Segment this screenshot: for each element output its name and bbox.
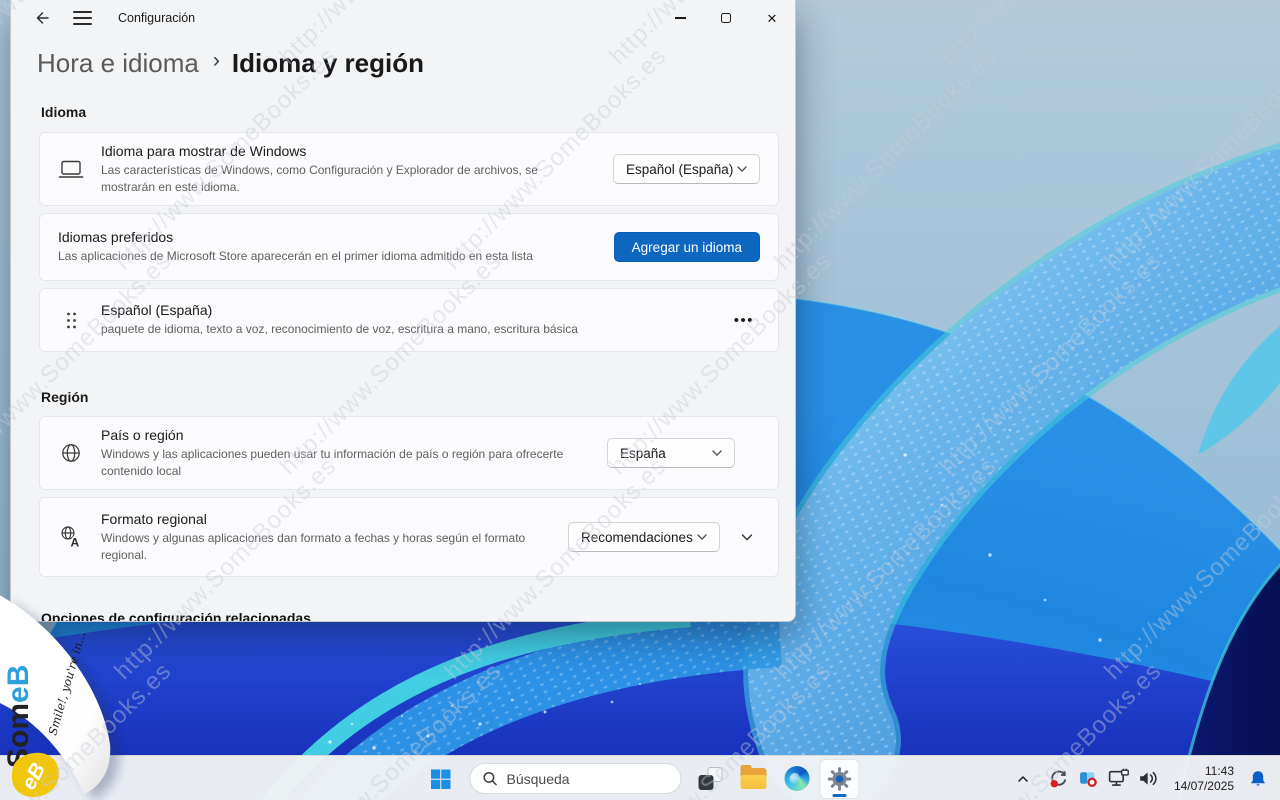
drag-handle-icon[interactable] (58, 311, 84, 330)
chevron-down-icon (740, 530, 754, 544)
breadcrumb-separator-icon: › (199, 44, 232, 78)
folder-icon (741, 768, 767, 789)
settings-window: Configuración ✕ Hora e idioma › Idioma y… (10, 0, 796, 622)
display-language-icon (58, 157, 84, 181)
back-arrow-icon (34, 10, 50, 26)
card-description: Windows y las aplicaciones pueden usar t… (101, 446, 579, 479)
language-item-card: Español (España) paquete de idioma, text… (39, 288, 779, 352)
task-view-icon (699, 767, 723, 791)
search-icon (483, 771, 498, 786)
card-title: País o región (101, 427, 579, 443)
card-title: Idioma para mostrar de Windows (101, 143, 579, 159)
window-controls: ✕ (657, 0, 795, 36)
tray-sync-icon[interactable] (1044, 760, 1074, 798)
taskbar-search-box[interactable] (470, 763, 682, 794)
expand-card-button[interactable] (734, 524, 760, 550)
curl-brand-text: SomeB (2, 665, 35, 768)
card-description: Windows y algunas aplicaciones dan forma… (101, 530, 541, 563)
svg-text:A: A (71, 536, 80, 550)
settings-content: Idioma Idioma para mostrar de Windows La… (11, 104, 795, 622)
somebooks-page-curl: SomeB Smile!, you're in... eB (0, 586, 176, 800)
language-item-description: paquete de idioma, texto a voz, reconoci… (101, 321, 578, 338)
maximize-button[interactable] (703, 0, 749, 36)
hidden-icons-button[interactable] (1010, 760, 1036, 798)
card-description: Las características de Windows, como Con… (101, 162, 579, 195)
settings-app-button[interactable] (820, 759, 860, 799)
setting-card-country: País o región Windows y las aplicaciones… (39, 416, 779, 490)
clock-time: 11:43 (1174, 764, 1234, 779)
setting-card-preferred-languages: Idiomas preferidos Las aplicaciones de M… (39, 213, 779, 281)
hamburger-icon (73, 11, 92, 13)
tray-app-icon[interactable] (1074, 760, 1104, 798)
chevron-down-icon (711, 447, 723, 459)
dropdown-value: España (620, 446, 666, 461)
app-title: Configuración (118, 11, 195, 25)
edge-icon (784, 766, 809, 791)
breadcrumb: Hora e idioma › Idioma y región (37, 46, 795, 80)
language-format-icon: A (58, 525, 84, 549)
taskbar-center-group (421, 756, 860, 800)
start-button[interactable] (421, 759, 461, 799)
system-tray: 11:43 14/07/2025 (1010, 756, 1274, 800)
volume-icon[interactable] (1134, 760, 1164, 798)
card-description: Las aplicaciones de Microsoft Store apar… (58, 248, 533, 265)
clock-date: 14/07/2025 (1174, 779, 1234, 794)
regional-format-dropdown[interactable]: Recomendaciones (568, 522, 720, 552)
section-header-region: Región (41, 389, 779, 405)
setting-card-display-language: Idioma para mostrar de Windows Las carac… (39, 132, 779, 206)
maximize-icon (721, 13, 732, 24)
add-language-button[interactable]: Agregar un idioma (614, 232, 760, 262)
card-title: Idiomas preferidos (58, 229, 533, 245)
edge-browser-button[interactable] (777, 759, 817, 799)
dropdown-value: Recomendaciones (581, 530, 693, 545)
close-icon: ✕ (767, 12, 778, 25)
back-button[interactable] (33, 9, 51, 27)
language-item-title: Español (España) (101, 302, 578, 318)
taskbar-clock[interactable]: 11:43 14/07/2025 (1174, 764, 1234, 793)
minimize-icon (675, 17, 686, 18)
window-titlebar: Configuración ✕ (11, 0, 795, 36)
task-view-button[interactable] (691, 759, 731, 799)
navigation-menu-button[interactable] (73, 11, 92, 24)
network-icon[interactable] (1104, 760, 1134, 798)
windows-logo-icon (429, 767, 453, 791)
active-app-indicator (833, 794, 847, 797)
file-explorer-button[interactable] (734, 759, 774, 799)
country-dropdown[interactable]: España (607, 438, 735, 468)
search-input[interactable] (507, 771, 667, 787)
bell-icon (1248, 769, 1268, 789)
globe-icon (58, 441, 84, 465)
section-header-idioma: Idioma (41, 104, 779, 120)
close-button[interactable]: ✕ (749, 0, 795, 36)
page-title: Idioma y región (232, 46, 424, 80)
notifications-button[interactable] (1242, 760, 1274, 798)
minimize-button[interactable] (657, 0, 703, 36)
chevron-down-icon (696, 531, 708, 543)
card-title: Formato regional (101, 511, 541, 527)
setting-card-regional-format: A Formato regional Windows y algunas apl… (39, 497, 779, 577)
taskbar: 11:43 14/07/2025 (0, 755, 1280, 800)
gear-icon (827, 766, 853, 792)
display-language-dropdown[interactable]: Español (España) (613, 154, 760, 184)
dropdown-value: Español (España) (626, 162, 733, 177)
breadcrumb-parent[interactable]: Hora e idioma (37, 46, 199, 80)
chevron-up-icon (1016, 772, 1030, 786)
chevron-down-icon (736, 163, 748, 175)
more-options-icon[interactable]: ••• (728, 308, 760, 333)
